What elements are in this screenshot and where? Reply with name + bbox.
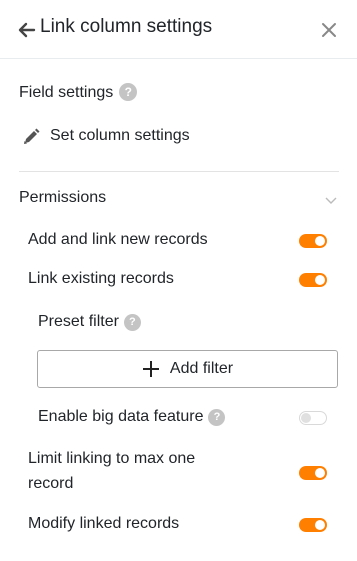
big-data-label: Enable big data feature?: [38, 404, 226, 429]
add-link-new-records-toggle[interactable]: [299, 234, 327, 248]
preset-filter-label: Preset filter?: [38, 309, 141, 334]
big-data-toggle[interactable]: [299, 411, 327, 425]
field-settings-title: Field settings?: [19, 83, 138, 102]
dialog-title: Link column settings: [40, 16, 213, 37]
modify-linked-records-label: Modify linked records: [28, 515, 180, 532]
limit-linking-toggle[interactable]: [299, 466, 327, 480]
link-existing-records-label: Link existing records: [28, 270, 174, 287]
set-column-settings-label: Set column settings: [50, 127, 190, 144]
link-existing-records-toggle[interactable]: [299, 273, 327, 287]
toggle-knob: [301, 413, 311, 423]
section-divider: [19, 171, 339, 172]
pencil-icon: [24, 128, 40, 144]
add-filter-button[interactable]: Add filter: [37, 350, 338, 388]
limit-linking-label: Limit linking to max one record: [28, 450, 196, 492]
help-icon[interactable]: ?: [123, 314, 141, 331]
add-link-new-records-label: Add and link new records: [28, 231, 208, 248]
help-icon[interactable]: ?: [208, 409, 226, 426]
toggle-knob: [315, 275, 325, 285]
plus-icon: [142, 361, 159, 377]
set-column-settings-button[interactable]: Set column settings: [23, 125, 190, 147]
toggle-knob: [315, 468, 325, 478]
toggle-knob: [315, 520, 325, 530]
help-icon[interactable]: ?: [119, 83, 138, 101]
close-icon[interactable]: [319, 20, 339, 40]
add-filter-label: Add filter: [169, 360, 234, 377]
dialog-header: Link column settings: [0, 0, 357, 59]
arrow-left-icon[interactable]: [17, 20, 37, 40]
permissions-title: Permissions: [19, 189, 107, 206]
modify-linked-records-toggle[interactable]: [299, 518, 327, 532]
chevron-down-icon[interactable]: [324, 195, 338, 205]
toggle-knob: [315, 236, 325, 246]
